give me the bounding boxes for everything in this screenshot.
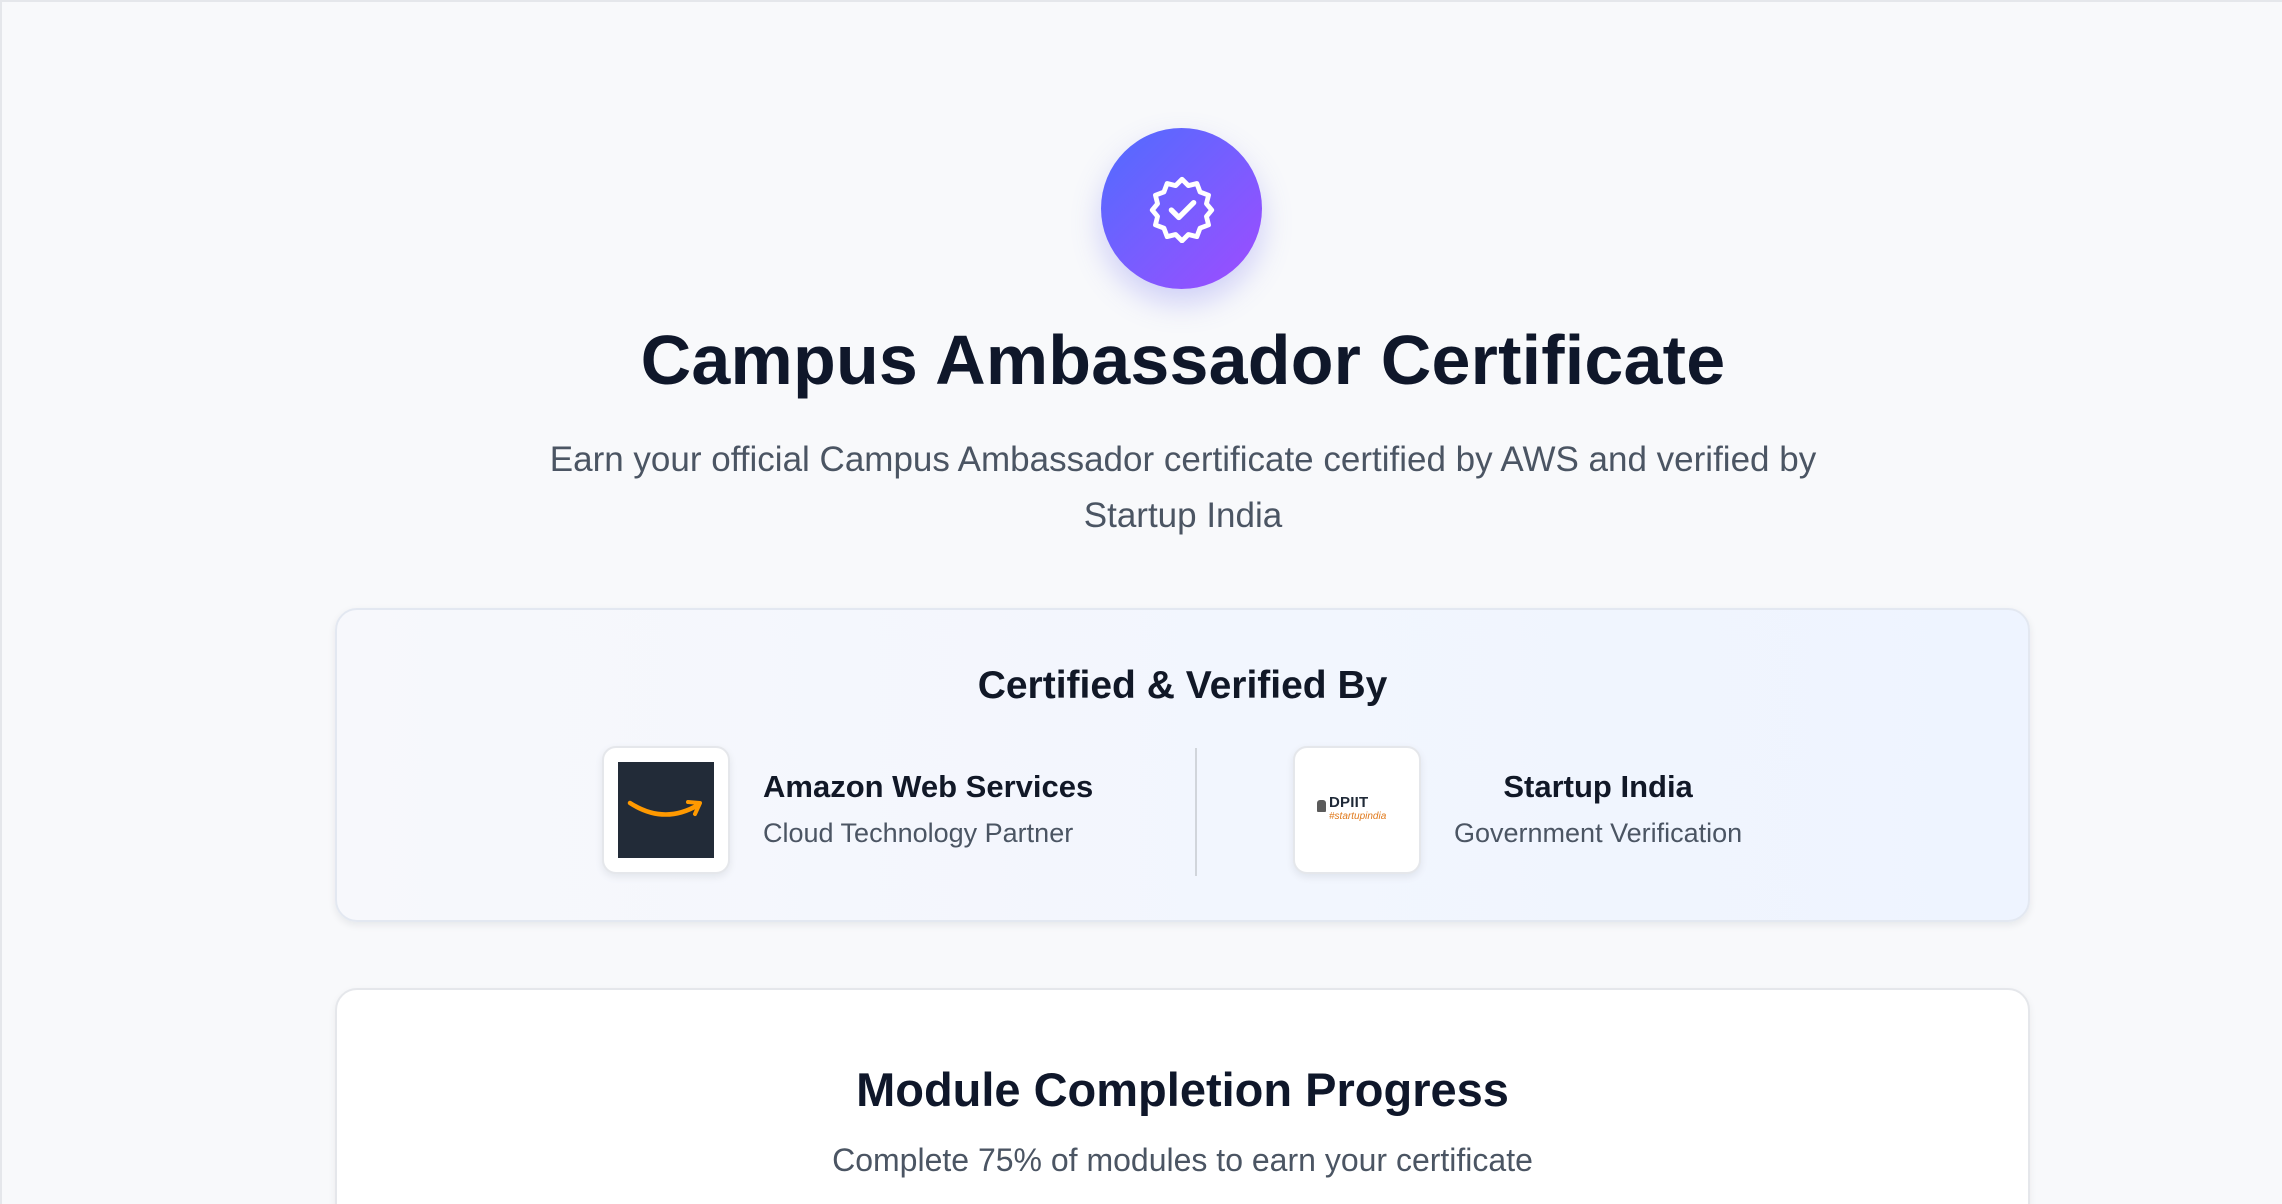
aws-partner-text: Amazon Web Services Cloud Technology Par…: [763, 766, 1093, 854]
certification-card: Certified & Verified By Amazon Web Servi…: [335, 608, 2030, 922]
page-title: Campus Ambassador Certificate: [640, 321, 1726, 399]
startup-india-logo: DPIIT #startupindia: [1293, 746, 1421, 874]
partner-aws: Amazon Web Services Cloud Technology Par…: [602, 746, 1093, 874]
partner-name: Startup India: [1503, 769, 1693, 804]
logo-text: DPIIT: [1329, 794, 1369, 811]
progress-title: Module Completion Progress: [856, 1063, 1509, 1116]
partner-startup-india: DPIIT #startupindia Startup India Govern…: [1293, 746, 1742, 874]
partner-description: Cloud Technology Partner: [763, 818, 1074, 848]
amazon-smile-icon: [618, 762, 714, 858]
page-subtitle: Earn your official Campus Ambassador cer…: [549, 440, 1817, 535]
logo-tagline: #startupindia: [1329, 811, 1387, 822]
certificate-badge-icon: [1101, 128, 1262, 289]
emblem-icon: [1317, 800, 1326, 812]
aws-logo: [602, 746, 730, 874]
certificate-page: Campus Ambassador Certificate Earn your …: [2, 2, 2282, 1204]
partner-divider: [1195, 748, 1197, 876]
progress-subtitle: Complete 75% of modules to earn your cer…: [832, 1142, 1533, 1178]
certification-title: Certified & Verified By: [977, 664, 1388, 707]
badge-check-icon: [1149, 176, 1214, 243]
partner-description: Government Verification: [1454, 818, 1743, 848]
partner-name: Amazon Web Services: [763, 769, 1094, 804]
startup-india-logo-mark: DPIIT #startupindia: [1307, 780, 1407, 840]
module-progress-card: Module Completion Progress Complete 75% …: [335, 988, 2030, 1204]
startup-partner-text: Startup India Government Verification: [1454, 766, 1742, 854]
